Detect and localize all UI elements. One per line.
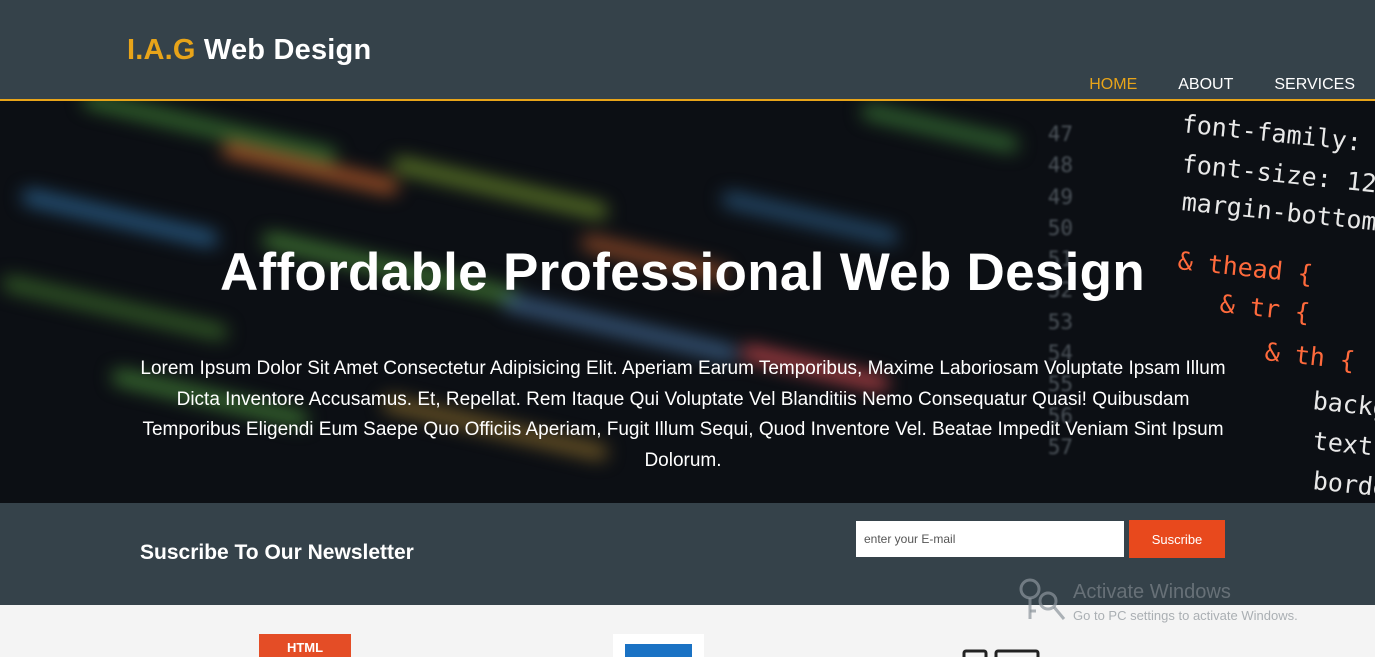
hero-title: Affordable Professional Web Design [219,243,1146,302]
key-icon [1019,578,1066,620]
email-input[interactable] [856,521,1124,557]
css3-logo [613,634,704,657]
code-line: & th { [1263,337,1357,376]
nav-home[interactable]: HOME [1089,76,1137,94]
brand-accent: I.A.G [127,34,196,66]
hero-showcase: 47 48 49 50 51 52 53 54 55 56 57 font-fa… [0,101,1375,503]
activate-windows-watermark: Activate Windows Go to PC settings to ac… [1018,577,1358,629]
code-line: text-tra [1311,426,1375,468]
nav-services[interactable]: SERVICES [1274,76,1355,94]
html5-logo: HTML [259,634,351,657]
main-nav: HOME ABOUT SERVICES [1089,76,1355,94]
brand-logo[interactable]: I.A.G Web Design [127,34,371,67]
site-header: I.A.G Web Design HOME ABOUT SERVICES [0,0,1375,101]
code-line: border-b [1311,466,1375,503]
newsletter-heading: Suscribe To Our Newsletter [140,541,414,564]
subscribe-button[interactable]: Suscribe [1129,520,1225,558]
devices-icon [962,649,1040,657]
hero-description: Lorem Ipsum Dolor Sit Amet Consectetur A… [140,358,1226,471]
code-line: margin-bottom: 20px; [1180,187,1375,247]
watermark-title: Activate Windows [1073,581,1231,603]
code-line: backgrou [1311,386,1375,428]
nav-about[interactable]: ABOUT [1178,76,1233,94]
watermark-subtitle: Go to PC settings to activate Windows. [1073,608,1298,623]
brand-name: Web Design [195,34,372,66]
